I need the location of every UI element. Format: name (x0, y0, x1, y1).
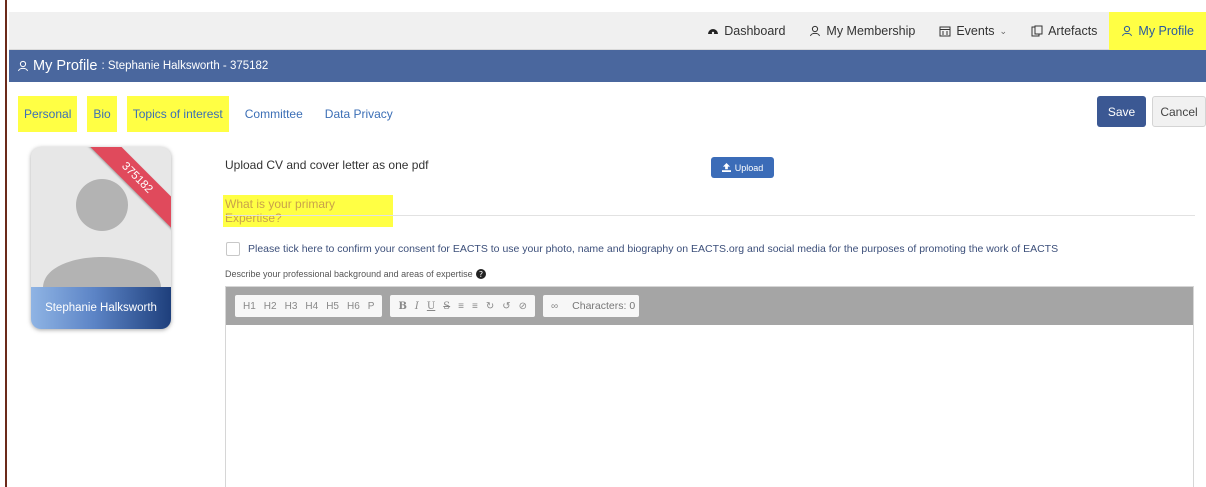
editor-toolbar: H1 H2 H3 H4 H5 H6 P B I U S ≡ ≡ ↻ ↺ ⊘ ∞ … (226, 287, 1193, 325)
svg-text:?: ? (479, 270, 483, 279)
chevron-down-icon: ⌄ (999, 25, 1008, 36)
h1-button[interactable]: H1 (239, 295, 260, 317)
bullet-list-icon[interactable]: ≡ (454, 295, 468, 317)
nav-my-profile-label: My Profile (1138, 24, 1194, 38)
top-nav: Dashboard My Membership Events ⌄ Artefac… (695, 12, 1206, 50)
consent-text: Please tick here to confirm your consent… (248, 243, 1059, 255)
nav-my-membership[interactable]: My Membership (797, 12, 927, 50)
paragraph-button[interactable]: P (364, 295, 379, 317)
primary-expertise-heading[interactable]: What is your primary Expertise? (223, 195, 393, 227)
h2-button[interactable]: H2 (260, 295, 281, 317)
editor-text-area[interactable] (226, 325, 1193, 487)
page-title: My Profile (33, 58, 98, 74)
tab-personal[interactable]: Personal (18, 96, 78, 132)
undo-icon[interactable]: ↺ (498, 295, 514, 317)
format-button-group: B I U S ≡ ≡ ↻ ↺ ⊘ (390, 295, 536, 317)
nav-dashboard[interactable]: Dashboard (695, 12, 797, 50)
nav-my-membership-label: My Membership (826, 24, 916, 38)
profile-tabs: Personal Bio Topics of interest Committe… (18, 96, 409, 132)
user-icon (810, 25, 821, 37)
tab-committee[interactable]: Committee (239, 96, 309, 132)
bold-button[interactable]: B (394, 295, 410, 317)
describe-label-text: Describe your professional background an… (225, 269, 473, 279)
page-title-bar: My Profile : Stephanie Halksworth - 3751… (9, 50, 1206, 82)
top-navigation-bar: Dashboard My Membership Events ⌄ Artefac… (9, 12, 1206, 50)
character-count: Characters: 0 (572, 300, 636, 312)
h4-button[interactable]: H4 (301, 295, 322, 317)
nav-artefacts[interactable]: Artefacts (1019, 12, 1109, 50)
strikethrough-button[interactable]: S (439, 295, 454, 317)
avatar-placeholder-icon (43, 179, 161, 287)
profile-name: Stephanie Halksworth (31, 287, 171, 329)
h3-button[interactable]: H3 (281, 295, 302, 317)
help-icon[interactable]: ? (475, 269, 486, 279)
nav-artefacts-label: Artefacts (1048, 24, 1098, 38)
misc-button-group: ∞ Characters: 0 (543, 295, 640, 317)
italic-button[interactable]: I (411, 295, 423, 317)
cancel-button[interactable]: Cancel (1152, 96, 1206, 127)
tab-topics-of-interest[interactable]: Topics of interest (126, 96, 229, 132)
documents-icon (1031, 25, 1043, 37)
upload-label: Upload CV and cover letter as one pdf (225, 158, 429, 172)
save-button[interactable]: Save (1097, 96, 1146, 127)
upload-icon (721, 163, 731, 172)
h6-button[interactable]: H6 (343, 295, 364, 317)
redo-icon[interactable]: ↻ (482, 295, 498, 317)
tab-data-privacy[interactable]: Data Privacy (319, 96, 399, 132)
window-frame-edge (0, 0, 7, 487)
page-subtitle: : Stephanie Halksworth - 375182 (101, 60, 269, 72)
clear-format-icon[interactable]: ⊘ (515, 295, 531, 317)
profile-card: 375182 Stephanie Halksworth (31, 147, 171, 329)
link-icon[interactable]: ∞ (547, 295, 562, 317)
nav-events[interactable]: Events ⌄ (927, 12, 1019, 50)
nav-events-label: Events (956, 24, 995, 38)
underline-button[interactable]: U (423, 295, 439, 317)
tab-bio[interactable]: Bio (87, 96, 117, 132)
calendar-icon (939, 26, 951, 37)
section-divider (225, 215, 1195, 216)
user-icon (1122, 25, 1133, 37)
avatar[interactable] (31, 147, 171, 287)
consent-checkbox[interactable] (226, 242, 240, 256)
upload-button-label: Upload (734, 162, 764, 173)
user-icon (18, 60, 28, 72)
describe-label: Describe your professional background an… (225, 269, 486, 279)
h5-button[interactable]: H5 (322, 295, 343, 317)
nav-my-profile[interactable]: My Profile (1109, 12, 1206, 50)
rich-text-editor: H1 H2 H3 H4 H5 H6 P B I U S ≡ ≡ ↻ ↺ ⊘ ∞ … (225, 286, 1194, 487)
nav-dashboard-label: Dashboard (724, 24, 786, 38)
numbered-list-icon[interactable]: ≡ (468, 295, 482, 317)
dashboard-icon (708, 29, 719, 35)
heading-button-group: H1 H2 H3 H4 H5 H6 P (235, 295, 383, 317)
upload-button[interactable]: Upload (711, 157, 774, 178)
